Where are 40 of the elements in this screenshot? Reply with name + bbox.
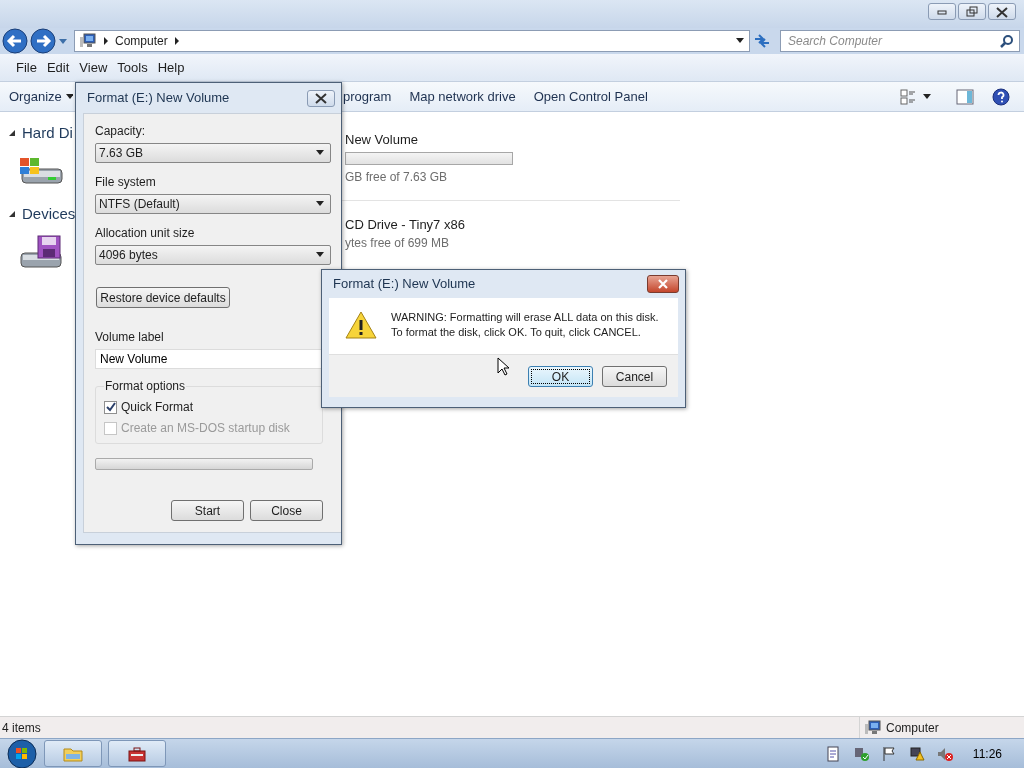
field-label: File system xyxy=(95,174,157,191)
menu-item[interactable]: File xyxy=(12,55,41,80)
window-title: Format (E:) New Volume xyxy=(87,89,230,108)
warning-message: To format the disk, click OK. To quit, click CANCEL. xyxy=(391,325,642,340)
menu-item[interactable]: View xyxy=(75,55,112,80)
checkbox-label: Create an MS-DOS startup disk xyxy=(121,420,290,437)
dialog-button[interactable]: OK xyxy=(528,366,593,387)
dialog-button[interactable]: Cancel xyxy=(602,366,667,387)
toolbar-button[interactable]: Map network drive xyxy=(409,84,516,109)
drive-name[interactable]: CD Drive - Tiny7 x86 xyxy=(345,214,680,234)
dropdown[interactable]: 4096 bytes xyxy=(95,245,331,265)
clock[interactable]: 11:26 xyxy=(972,744,1002,763)
field-label: Volume label xyxy=(95,329,165,346)
drive-details: GB free of 7.63 GB xyxy=(345,168,449,186)
search-field[interactable]: Search Computer xyxy=(780,30,1020,52)
toolbar-button[interactable]: Organize xyxy=(9,84,62,109)
drive-name[interactable]: New Volume xyxy=(345,130,680,150)
menu-item[interactable]: Tools xyxy=(113,55,152,80)
toolbar-button[interactable]: Open Control Panel xyxy=(533,84,648,109)
menu-item[interactable]: Help xyxy=(153,55,189,80)
item-count: 4 items xyxy=(2,719,41,737)
window-title: Format (E:) New Volume xyxy=(333,275,476,294)
checkbox-label: Quick Format xyxy=(121,399,193,416)
group-label: Format options xyxy=(104,378,187,395)
breadcrumb[interactable]: Computer xyxy=(115,32,168,50)
dialog-button[interactable]: Close xyxy=(250,500,323,521)
status-location: Computer xyxy=(886,719,939,737)
address-bar[interactable]: Computer xyxy=(74,30,750,52)
toolbar-button[interactable]: program xyxy=(343,84,392,109)
field-label: Capacity: xyxy=(95,123,147,140)
dialog-button[interactable]: Start xyxy=(171,500,244,521)
warning-message: WARNING: Formatting will erase ALL data on this disk. xyxy=(391,310,659,325)
group-header[interactable]: Hard Di xyxy=(22,122,73,145)
drive-details: ytes free of 699 MB xyxy=(345,235,451,252)
restore-defaults-button[interactable]: Restore device defaults xyxy=(96,287,230,308)
menu-item[interactable]: Edit xyxy=(42,55,74,80)
dropdown[interactable]: 7.63 GB xyxy=(95,143,331,163)
dropdown[interactable]: NTFS (Default) xyxy=(95,194,331,214)
group-header[interactable]: Devices xyxy=(22,202,76,225)
field-label: Allocation unit size xyxy=(95,225,196,242)
